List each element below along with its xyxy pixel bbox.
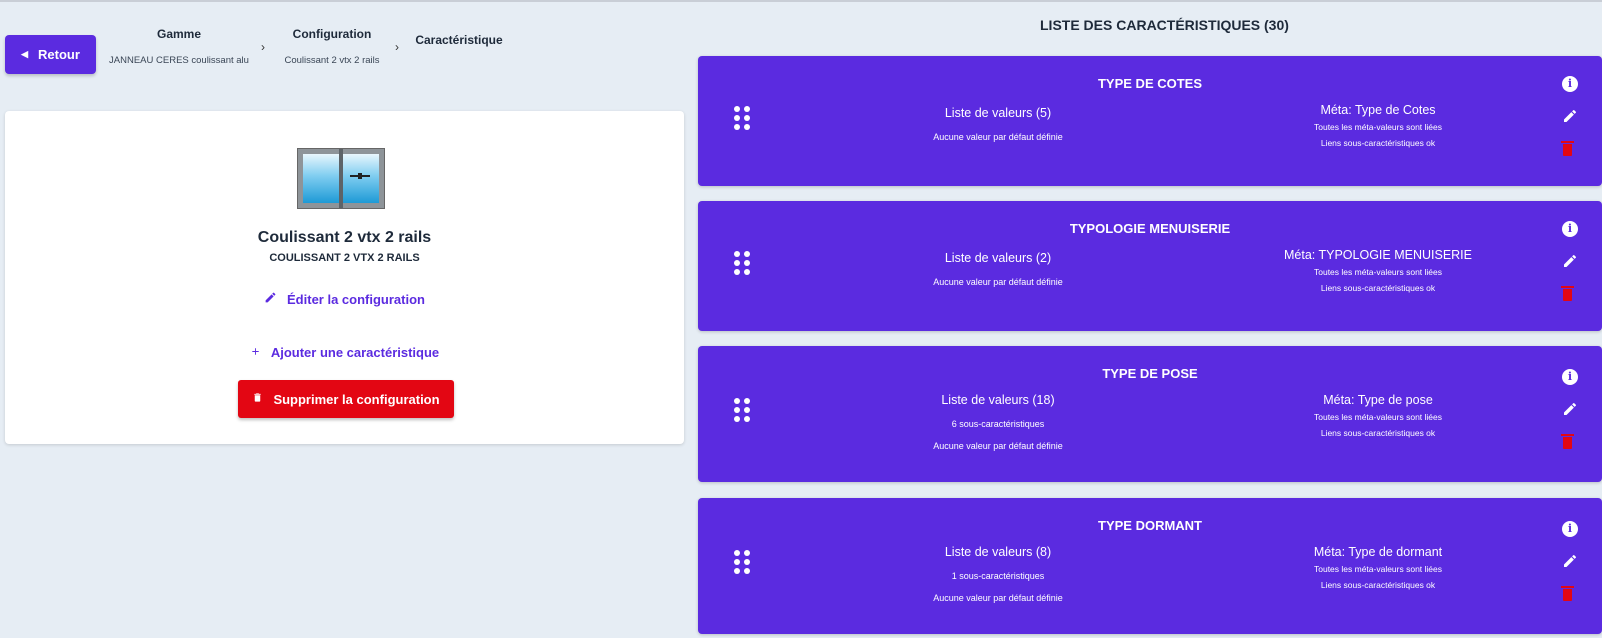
window-thumbnail xyxy=(297,148,385,209)
drag-handle-icon[interactable] xyxy=(734,398,750,422)
breadcrumb-item-configuration[interactable]: Configuration Coulissant 2 vtx 2 rails xyxy=(276,27,388,66)
pencil-icon xyxy=(264,291,277,307)
drag-handle-icon[interactable] xyxy=(734,106,750,130)
feature-values-column: Liste de valeurs (8) 1 sous-caractéristi… xyxy=(848,545,1148,603)
feature-links-status: Liens sous-caractéristiques ok xyxy=(1320,138,1436,148)
feature-card[interactable]: TYPE DORMANT Liste de valeurs (8) 1 sous… xyxy=(698,498,1602,634)
feature-values-count: Liste de valeurs (5) xyxy=(944,106,1052,120)
feature-links-status: Liens sous-caractéristiques ok xyxy=(1320,283,1436,293)
feature-card[interactable]: TYPOLOGIE MENUISERIE Liste de valeurs (2… xyxy=(698,201,1602,331)
configuration-card: Coulissant 2 vtx 2 rails COULISSANT 2 VT… xyxy=(5,111,684,444)
feature-values-count: Liste de valeurs (2) xyxy=(944,251,1052,265)
add-feature-label: Ajouter une caractéristique xyxy=(270,345,440,360)
delete-configuration-button[interactable]: Supprimer la configuration xyxy=(238,380,454,418)
pencil-icon[interactable] xyxy=(1562,401,1582,422)
edit-configuration-link[interactable]: Éditer la configuration xyxy=(5,291,684,307)
info-icon[interactable]: i xyxy=(1562,76,1578,92)
feature-default-value: Aucune valeur par défaut définie xyxy=(933,593,1063,603)
feature-default-value: Aucune valeur par défaut définie xyxy=(933,132,1063,142)
top-divider xyxy=(0,0,1602,2)
configuration-name: Coulissant 2 vtx 2 rails xyxy=(257,229,432,246)
features-list-title: LISTE DES CARACTÉRISTIQUES (30) xyxy=(1040,17,1289,33)
breadcrumb-item-gamme[interactable]: Gamme JANNEAU CERES coulissant alu xyxy=(105,27,253,66)
feature-meta-column: Méta: TYPOLOGIE MENUISERIE Toutes les mé… xyxy=(1203,248,1553,293)
feature-meta-status: Toutes les méta-valeurs sont liées xyxy=(1313,122,1443,132)
breadcrumb-title: Gamme xyxy=(156,27,202,41)
info-icon[interactable]: i xyxy=(1562,221,1578,237)
feature-default-value: Aucune valeur par défaut définie xyxy=(933,441,1063,451)
feature-values-count: Liste de valeurs (18) xyxy=(941,393,1055,407)
feature-actions: i xyxy=(1561,369,1582,449)
feature-meta: Méta: Type de dormant xyxy=(1313,545,1443,559)
trash-icon[interactable] xyxy=(1561,586,1574,601)
trash-icon xyxy=(252,391,263,407)
feature-meta-column: Méta: Type de pose Toutes les méta-valeu… xyxy=(1203,393,1553,438)
feature-card[interactable]: TYPE DE COTES Liste de valeurs (5) Aucun… xyxy=(698,56,1602,186)
feature-title: TYPOLOGIE MENUISERIE xyxy=(1069,221,1231,236)
delete-configuration-label: Supprimer la configuration xyxy=(273,391,440,407)
plus-icon xyxy=(250,345,261,360)
feature-values-column: Liste de valeurs (5) Aucune valeur par d… xyxy=(848,106,1148,142)
feature-links-status: Liens sous-caractéristiques ok xyxy=(1320,580,1436,590)
feature-meta-status: Toutes les méta-valeurs sont liées xyxy=(1313,412,1443,422)
trash-icon[interactable] xyxy=(1561,141,1574,156)
trash-icon[interactable] xyxy=(1561,286,1574,301)
breadcrumb-item-caracteristique: Caractéristique xyxy=(414,33,504,47)
back-button-label: Retour xyxy=(38,47,80,62)
feature-meta-column: Méta: Type de dormant Toutes les méta-va… xyxy=(1203,545,1553,590)
feature-title: TYPE DE POSE xyxy=(1102,366,1198,381)
feature-title: TYPE DORMANT xyxy=(1098,518,1202,533)
add-feature-link[interactable]: Ajouter une caractéristique xyxy=(5,345,684,360)
feature-actions: i xyxy=(1561,521,1582,601)
breadcrumb-title: Configuration xyxy=(292,27,372,41)
feature-values-column: Liste de valeurs (2) Aucune valeur par d… xyxy=(848,251,1148,287)
breadcrumb-title: Caractéristique xyxy=(415,33,503,47)
pencil-icon[interactable] xyxy=(1562,253,1582,274)
breadcrumb-subtitle: Coulissant 2 vtx 2 rails xyxy=(284,55,380,66)
info-icon[interactable]: i xyxy=(1562,369,1578,385)
feature-title: TYPE DE COTES xyxy=(1097,76,1203,91)
configuration-code: COULISSANT 2 VTX 2 RAILS xyxy=(269,252,420,264)
back-button[interactable]: ◀ Retour xyxy=(5,35,96,74)
breadcrumb-subtitle: JANNEAU CERES coulissant alu xyxy=(109,55,249,66)
pencil-icon[interactable] xyxy=(1562,553,1582,574)
feature-actions: i xyxy=(1561,76,1582,156)
feature-subfeatures-count: 1 sous-caractéristiques xyxy=(951,571,1045,581)
feature-actions: i xyxy=(1561,221,1582,301)
drag-handle-icon[interactable] xyxy=(734,550,750,574)
edit-configuration-label: Éditer la configuration xyxy=(287,292,425,307)
feature-subfeatures-count: 6 sous-caractéristiques xyxy=(951,419,1045,429)
feature-meta: Méta: Type de Cotes xyxy=(1320,103,1436,117)
feature-meta: Méta: Type de pose xyxy=(1323,393,1433,407)
chevron-left-icon: ◀ xyxy=(21,49,29,59)
feature-meta-column: Méta: Type de Cotes Toutes les méta-vale… xyxy=(1203,103,1553,148)
feature-default-value: Aucune valeur par défaut définie xyxy=(933,277,1063,287)
chevron-right-icon: › xyxy=(395,40,399,54)
pencil-icon[interactable] xyxy=(1562,108,1582,129)
trash-icon[interactable] xyxy=(1561,434,1574,449)
drag-handle-icon[interactable] xyxy=(734,251,750,275)
feature-meta: Méta: TYPOLOGIE MENUISERIE xyxy=(1283,248,1472,262)
feature-values-column: Liste de valeurs (18) 6 sous-caractérist… xyxy=(848,393,1148,451)
feature-card[interactable]: TYPE DE POSE Liste de valeurs (18) 6 sou… xyxy=(698,346,1602,482)
feature-values-count: Liste de valeurs (8) xyxy=(944,545,1052,559)
feature-meta-status: Toutes les méta-valeurs sont liées xyxy=(1313,564,1443,574)
feature-links-status: Liens sous-caractéristiques ok xyxy=(1320,428,1436,438)
info-icon[interactable]: i xyxy=(1562,521,1578,537)
chevron-right-icon: › xyxy=(261,40,265,54)
feature-meta-status: Toutes les méta-valeurs sont liées xyxy=(1313,267,1443,277)
